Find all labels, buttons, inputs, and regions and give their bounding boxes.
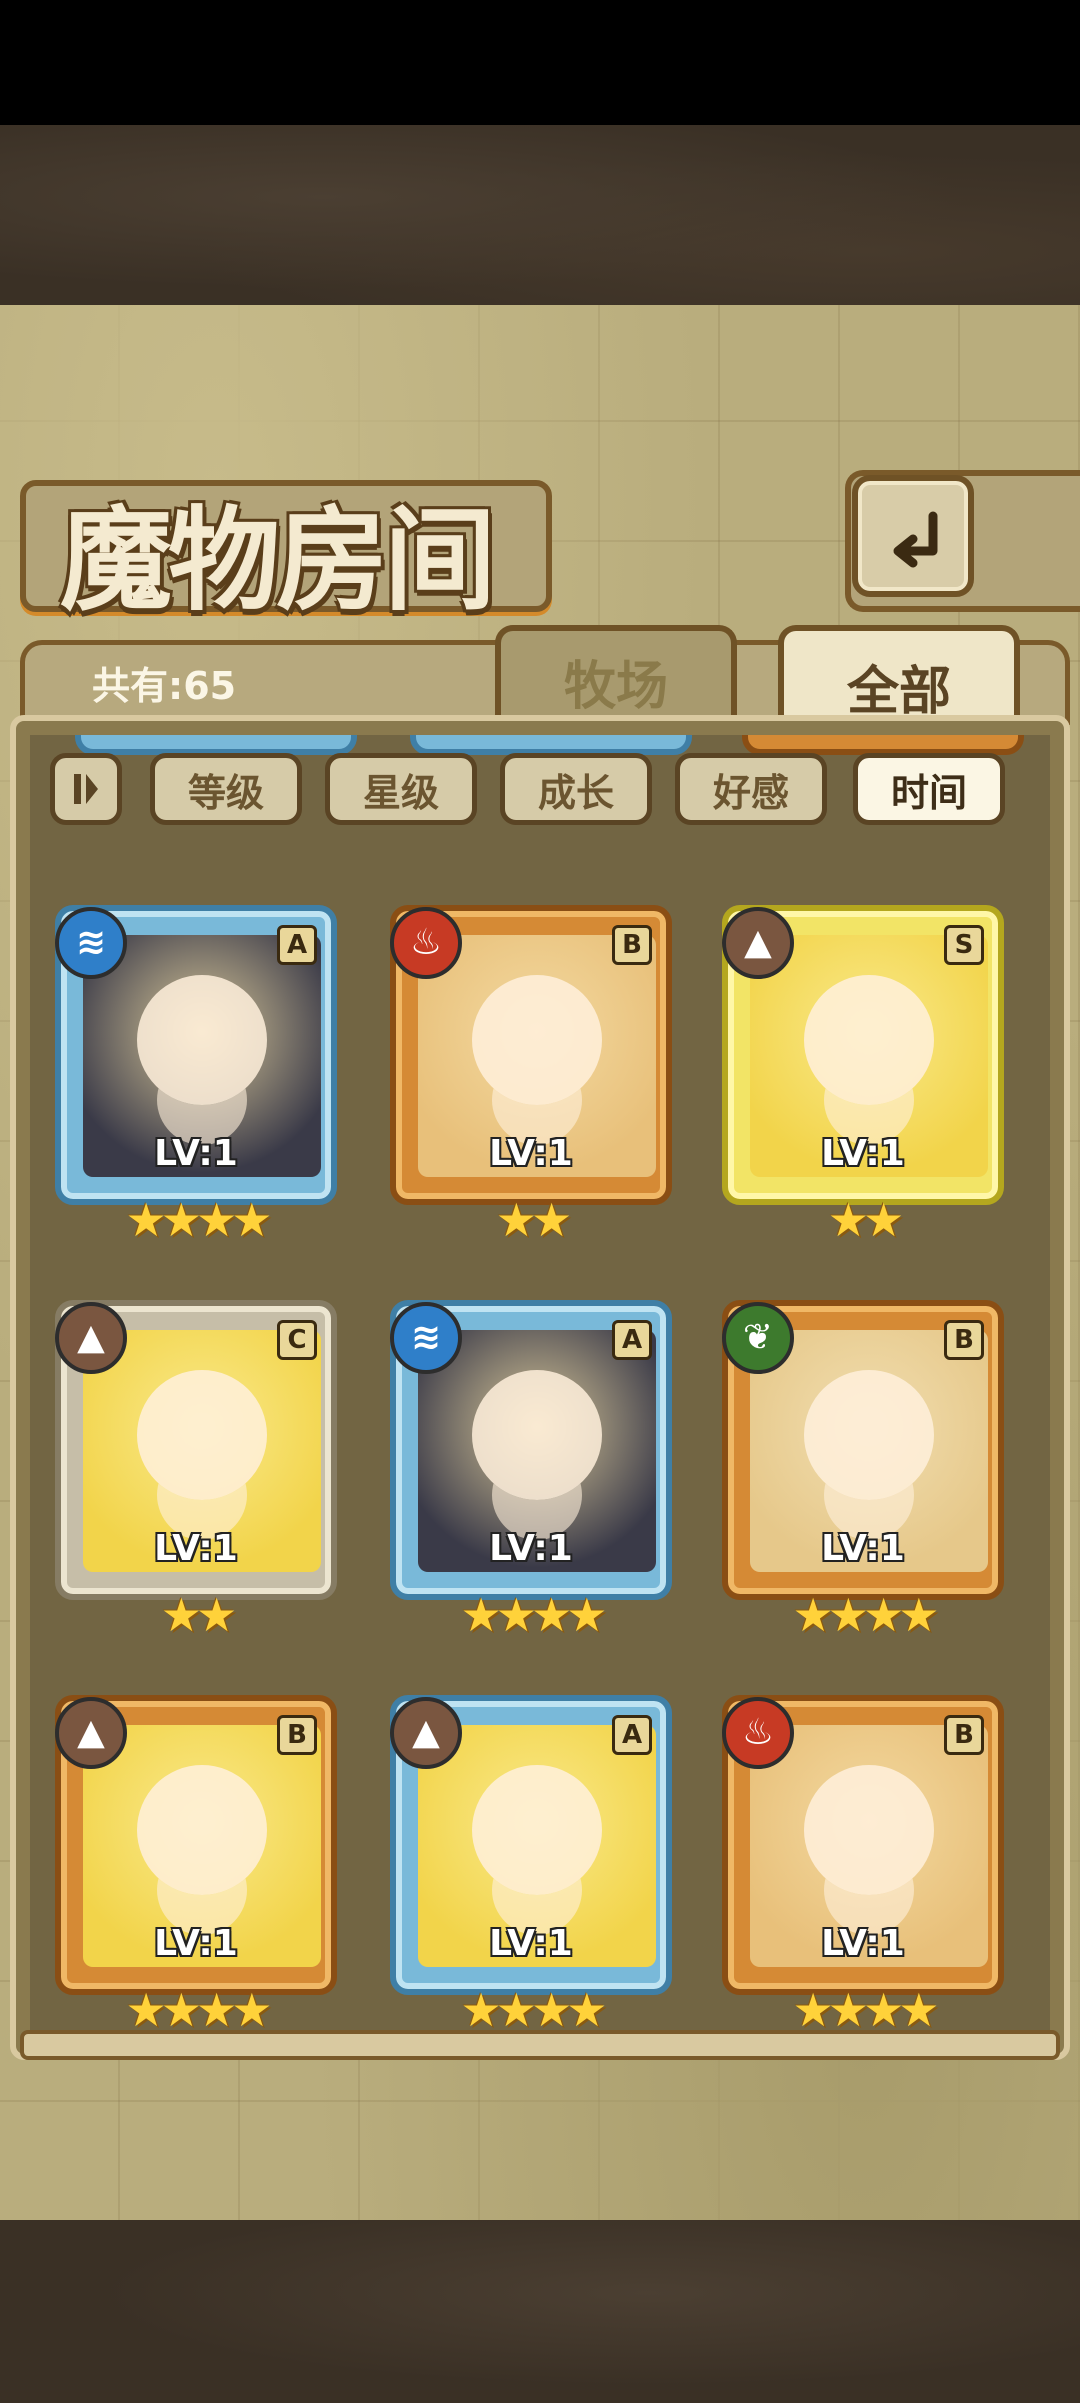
- monster-star-rating: ★★★★: [792, 1588, 940, 1642]
- monster-level: LV:1: [154, 1528, 238, 1569]
- earth-element-icon: ▲: [55, 1697, 127, 1769]
- monster-level: LV:1: [154, 1133, 238, 1174]
- monster-star-rating: ★★: [827, 1193, 904, 1247]
- monster-figure: [804, 975, 934, 1105]
- fire-glyph: ♨: [409, 922, 443, 963]
- sort-star-button[interactable]: 星级: [325, 753, 477, 825]
- page-title: 魔物房间: [60, 495, 496, 626]
- monster-level: LV:1: [154, 1923, 238, 1964]
- monster-rank-badge: A: [277, 925, 317, 965]
- monster-card[interactable]: LV:1 S ▲ ★★: [722, 905, 1004, 1247]
- sort-growth-button[interactable]: 成长: [500, 753, 652, 825]
- monster-card[interactable]: LV:1 C ▲ ★★: [55, 1300, 337, 1642]
- water-glyph: ≋: [75, 922, 107, 963]
- monster-card[interactable]: LV:1 B ♨ ★★★★: [722, 1695, 1004, 2037]
- sort-bar: 等级 星级 成长 好感 时间: [45, 748, 1045, 828]
- monster-star-rating: ★★★★: [460, 1588, 608, 1642]
- monster-figure: [804, 1765, 934, 1895]
- monster-figure: [472, 1765, 602, 1895]
- earth-glyph: ▲: [77, 1712, 105, 1753]
- fire-glyph: ♨: [741, 1712, 775, 1753]
- monster-level: LV:1: [821, 1923, 905, 1964]
- water-element-icon: ≋: [55, 907, 127, 979]
- monster-figure: [137, 1765, 267, 1895]
- monster-figure: [137, 1370, 267, 1500]
- leaf-element-icon: ❦: [722, 1302, 794, 1374]
- monster-star-rating: ★★: [160, 1588, 237, 1642]
- monster-rank-badge: A: [612, 1320, 652, 1360]
- status-bar: [0, 0, 1080, 125]
- sort-level-button[interactable]: 等级: [150, 753, 302, 825]
- monster-level: LV:1: [489, 1133, 573, 1174]
- water-element-icon: ≋: [390, 1302, 462, 1374]
- monster-rank-badge: B: [944, 1320, 984, 1360]
- monster-level: LV:1: [821, 1133, 905, 1174]
- monster-rank-badge: B: [277, 1715, 317, 1755]
- monster-level: LV:1: [489, 1923, 573, 1964]
- monster-card[interactable]: LV:1 B ▲ ★★★★: [55, 1695, 337, 2037]
- fire-element-icon: ♨: [722, 1697, 794, 1769]
- back-button[interactable]: [852, 475, 974, 597]
- monster-level: LV:1: [489, 1528, 573, 1569]
- monster-card[interactable]: LV:1 B ♨ ★★: [390, 905, 672, 1247]
- background-map-bottom: [0, 2220, 1080, 2403]
- monster-level: LV:1: [821, 1528, 905, 1569]
- panel-bottom-rail: [20, 2030, 1060, 2060]
- monster-star-rating: ★★: [495, 1193, 572, 1247]
- monster-star-rating: ★★★★: [460, 1983, 608, 2037]
- monster-figure: [137, 975, 267, 1105]
- earth-element-icon: ▲: [55, 1302, 127, 1374]
- monster-rank-badge: A: [612, 1715, 652, 1755]
- earth-element-icon: ▲: [722, 907, 794, 979]
- monster-figure: [804, 1370, 934, 1500]
- leaf-glyph: ❦: [742, 1317, 774, 1358]
- earth-glyph: ▲: [77, 1317, 105, 1358]
- monster-card[interactable]: LV:1 A ≋ ★★★★: [390, 1300, 672, 1642]
- monster-rank-badge: B: [612, 925, 652, 965]
- monster-rank-badge: C: [277, 1320, 317, 1360]
- monster-figure: [472, 975, 602, 1105]
- monster-card[interactable]: LV:1 A ≋ ★★★★: [55, 905, 337, 1247]
- water-glyph: ≋: [410, 1317, 442, 1358]
- background-map-top: [0, 125, 1080, 305]
- monster-star-rating: ★★★★: [125, 1193, 273, 1247]
- monster-rank-badge: B: [944, 1715, 984, 1755]
- earth-glyph: ▲: [412, 1712, 440, 1753]
- earth-element-icon: ▲: [390, 1697, 462, 1769]
- fire-element-icon: ♨: [390, 907, 462, 979]
- monster-count: 共有:65: [92, 664, 237, 708]
- earth-glyph: ▲: [744, 922, 772, 963]
- sort-order-toggle[interactable]: [50, 753, 122, 825]
- monster-star-rating: ★★★★: [792, 1983, 940, 2037]
- monster-rank-badge: S: [944, 925, 984, 965]
- monster-figure: [472, 1370, 602, 1500]
- monster-card[interactable]: LV:1 B ❦ ★★★★: [722, 1300, 1004, 1642]
- sort-order-icon: [74, 774, 98, 804]
- sort-affection-button[interactable]: 好感: [675, 753, 827, 825]
- back-arrow-icon: [893, 511, 938, 568]
- monster-card[interactable]: LV:1 A ▲ ★★★★: [390, 1695, 672, 2037]
- monster-star-rating: ★★★★: [125, 1983, 273, 2037]
- sort-time-button[interactable]: 时间: [853, 753, 1005, 825]
